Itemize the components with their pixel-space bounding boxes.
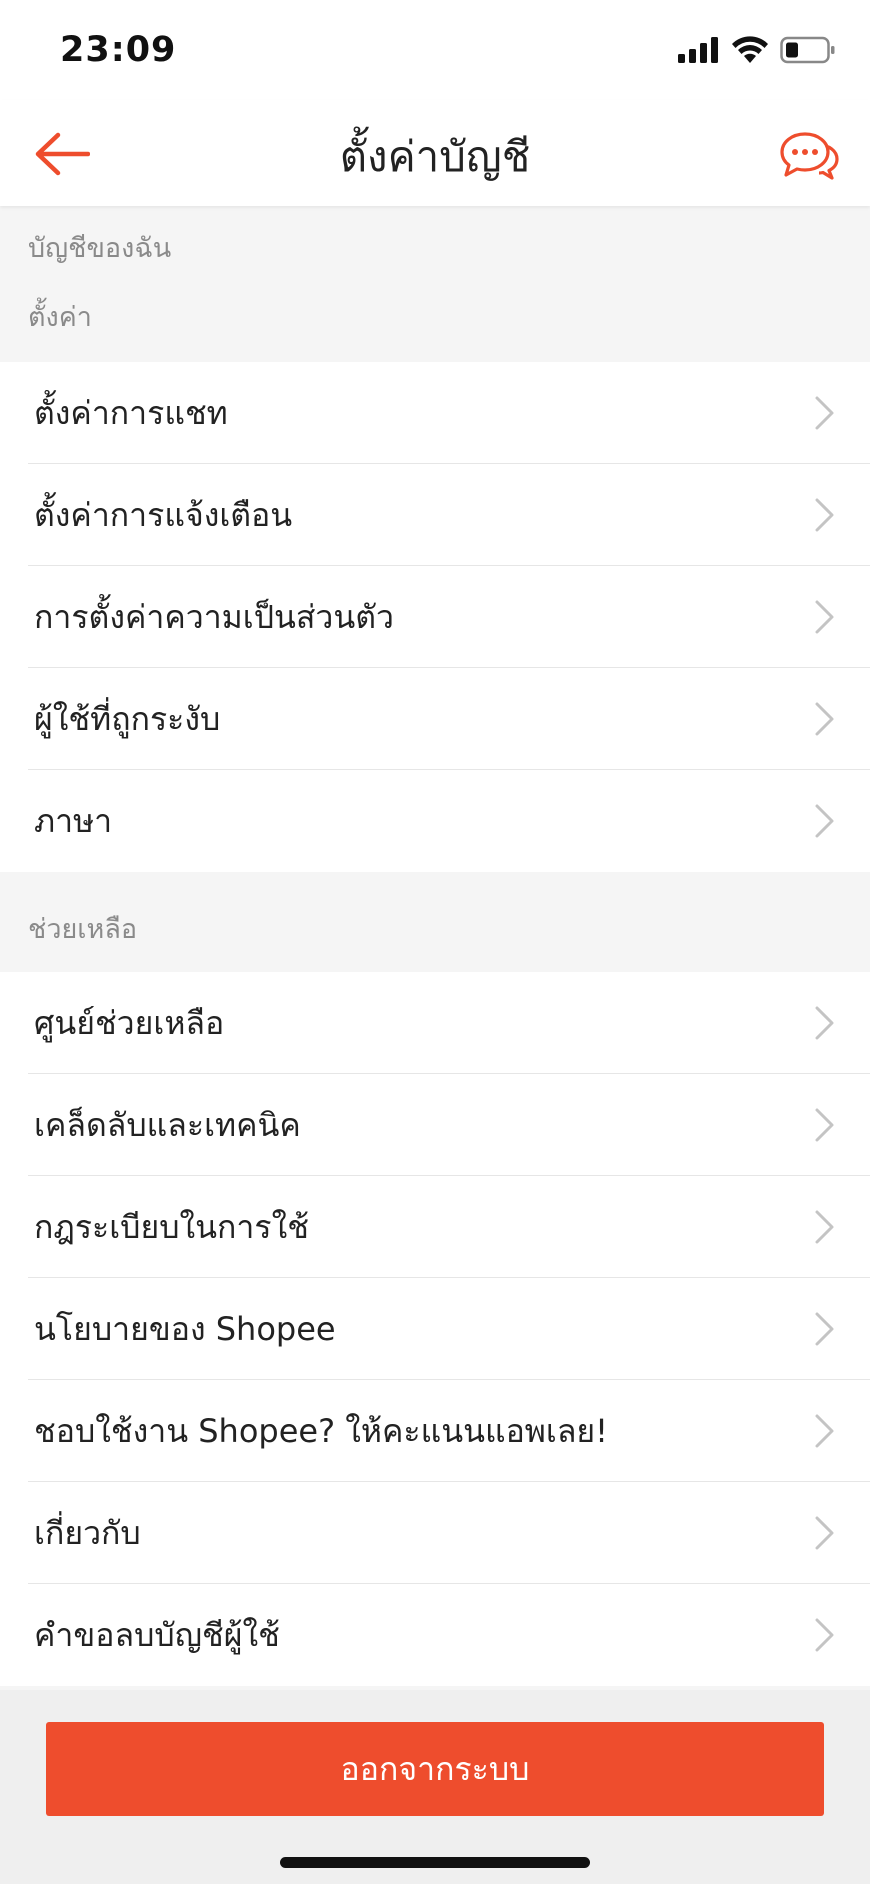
section-header-help: ช่วยเหลือ <box>0 872 870 972</box>
about-row[interactable]: เกี่ยวกับ <box>0 1482 870 1584</box>
settings-list: บัญชีของฉัน ตั้งค่า ตั้งค่าการแชท ตั้งค่… <box>0 206 870 1686</box>
chevron-right-icon <box>815 1312 834 1346</box>
row-label: คำขอลบบัญชีผู้ใช้ <box>34 1615 280 1654</box>
notification-settings-row[interactable]: ตั้งค่าการแจ้งเตือน <box>0 464 870 566</box>
home-indicator[interactable] <box>280 1857 590 1868</box>
row-label: ชอบใช้งาน Shopee? ให้คะแนนแอพเลย! <box>34 1411 608 1450</box>
delete-account-request-row[interactable]: คำขอลบบัญชีผู้ใช้ <box>0 1584 870 1686</box>
rate-app-row[interactable]: ชอบใช้งาน Shopee? ให้คะแนนแอพเลย! <box>0 1380 870 1482</box>
row-label: ตั้งค่าการแจ้งเตือน <box>34 495 293 534</box>
chevron-right-icon <box>815 600 834 634</box>
help-group: ศูนย์ช่วยเหลือ เคล็ดลับและเทคนิค กฎระเบี… <box>0 972 870 1686</box>
row-label: ศูนย์ช่วยเหลือ <box>34 1003 225 1042</box>
row-label: เกี่ยวกับ <box>34 1513 141 1552</box>
blocked-users-row[interactable]: ผู้ใช้ที่ถูกระงับ <box>0 668 870 770</box>
section-header-my-account: บัญชีของฉัน <box>0 206 870 270</box>
chevron-right-icon <box>815 396 834 430</box>
cellular-signal-icon <box>678 37 718 63</box>
footer: ออกจากระบบ <box>0 1690 870 1884</box>
chevron-right-icon <box>815 804 834 838</box>
chevron-right-icon <box>815 1414 834 1448</box>
shopee-policies-row[interactable]: นโยบายของ Shopee <box>0 1278 870 1380</box>
row-label: ภาษา <box>34 801 113 840</box>
row-label: การตั้งค่าความเป็นส่วนตัว <box>34 597 394 636</box>
row-label: ตั้งค่าการแชท <box>34 393 228 432</box>
chevron-right-icon <box>815 702 834 736</box>
chevron-right-icon <box>815 1108 834 1142</box>
status-time: 23:09 <box>60 30 177 70</box>
tips-and-tricks-row[interactable]: เคล็ดลับและเทคนิค <box>0 1074 870 1176</box>
row-label: กฎระเบียบในการใช้ <box>34 1207 309 1246</box>
status-bar: 23:09 <box>0 0 870 100</box>
chat-button[interactable] <box>778 128 840 184</box>
row-label: เคล็ดลับและเทคนิค <box>34 1105 301 1144</box>
help-center-row[interactable]: ศูนย์ช่วยเหลือ <box>0 972 870 1074</box>
privacy-settings-row[interactable]: การตั้งค่าความเป็นส่วนตัว <box>0 566 870 668</box>
page-title: ตั้งค่าบัญชี <box>339 132 531 181</box>
language-row[interactable]: ภาษา <box>0 770 870 872</box>
chevron-right-icon <box>815 1006 834 1040</box>
navigation-bar: ตั้งค่าบัญชี <box>0 100 870 206</box>
terms-of-use-row[interactable]: กฎระเบียบในการใช้ <box>0 1176 870 1278</box>
chat-bubbles-icon <box>780 132 839 180</box>
chevron-right-icon <box>815 1618 834 1652</box>
chevron-right-icon <box>815 1516 834 1550</box>
row-label: นโยบายของ Shopee <box>34 1309 336 1348</box>
chevron-right-icon <box>815 498 834 532</box>
chevron-right-icon <box>815 1210 834 1244</box>
chat-settings-row[interactable]: ตั้งค่าการแชท <box>0 362 870 464</box>
settings-group: ตั้งค่าการแชท ตั้งค่าการแจ้งเตือน การตั้… <box>0 362 870 872</box>
section-header-settings: ตั้งค่า <box>0 270 870 362</box>
logout-button[interactable]: ออกจากระบบ <box>46 1722 824 1816</box>
status-icons <box>678 36 836 64</box>
battery-icon <box>780 36 835 64</box>
wifi-icon <box>732 36 768 63</box>
row-label: ผู้ใช้ที่ถูกระงับ <box>34 699 221 738</box>
